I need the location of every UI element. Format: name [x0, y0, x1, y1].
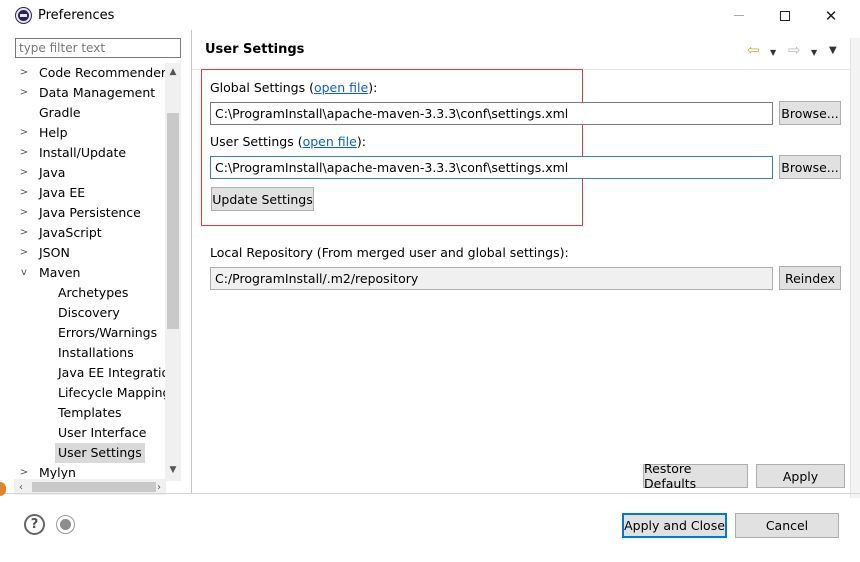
tree-item-label: Errors/Warnings — [58, 325, 158, 340]
expand-chevron-icon[interactable]: > — [14, 143, 34, 163]
tree-item-label: Java Persistence — [39, 205, 141, 220]
page-title: User Settings — [205, 42, 305, 57]
tree-item-label: JavaScript — [39, 225, 102, 240]
maximize-icon — [780, 10, 790, 21]
filter-input[interactable] — [15, 38, 181, 58]
local-repository-label: Local Repository (From merged user and g… — [210, 245, 569, 260]
tree-item-label: Maven — [39, 265, 81, 280]
tree-item-label: Java EE — [39, 185, 86, 200]
cancel-button[interactable]: Cancel — [735, 513, 839, 538]
footer-divider — [0, 493, 860, 494]
tree-item-label: Gradle — [39, 105, 81, 120]
record-icon[interactable] — [56, 515, 75, 534]
expand-chevron-icon[interactable]: > — [14, 243, 34, 263]
window-title: Preferences — [38, 8, 115, 23]
expand-chevron-icon[interactable]: > — [14, 123, 34, 143]
minimize-icon — [734, 15, 744, 16]
tree-item-label: Java EE Integration — [58, 365, 178, 380]
scrollbar-thumb[interactable] — [167, 113, 179, 329]
user-browse-button[interactable]: Browse... — [779, 155, 841, 179]
page-header: User Settings ⇦ ▼ ⇨ ▼ ▼ — [192, 30, 860, 70]
local-repository-field[interactable] — [210, 267, 773, 290]
minimize-button[interactable] — [716, 0, 762, 31]
tree-item-label: JSON — [39, 245, 70, 260]
forward-arrow-icon[interactable]: ⇨ — [788, 41, 801, 59]
apply-and-close-button[interactable]: Apply and Close — [622, 513, 727, 538]
update-settings-button[interactable]: Update Settings — [211, 187, 314, 211]
forward-dropdown-icon[interactable]: ▼ — [811, 44, 817, 60]
global-settings-field[interactable] — [210, 102, 773, 125]
back-arrow-icon[interactable]: ⇦ — [747, 41, 760, 59]
tree-item-label: Lifecycle Mapping — [58, 385, 171, 400]
expand-chevron-icon[interactable]: > — [14, 203, 34, 223]
global-settings-label: Global Settings (open file): — [210, 80, 378, 95]
title-bar: Preferences ✕ — [0, 0, 860, 31]
expand-chevron-icon[interactable]: > — [14, 83, 34, 103]
global-settings-open-file-link[interactable]: open file — [314, 80, 368, 95]
tree-item-label: User Settings — [55, 443, 145, 463]
tree-item-label: Java — [39, 165, 66, 180]
eclipse-app-icon — [16, 8, 31, 23]
tree-item-label: Archetypes — [58, 285, 129, 300]
reindex-button[interactable]: Reindex — [779, 266, 841, 290]
expand-chevron-icon[interactable]: > — [14, 223, 34, 243]
apply-button[interactable]: Apply — [756, 464, 845, 488]
scroll-up-icon[interactable]: ▲ — [165, 65, 181, 79]
help-icon[interactable]: ? — [24, 514, 45, 535]
tree-item-label: Installations — [58, 345, 134, 360]
user-settings-label: User Settings (open file): — [210, 134, 366, 149]
tree-item-label: User Interface — [58, 425, 147, 440]
user-settings-page: Global Settings (open file): Browse... U… — [192, 69, 850, 493]
scroll-down-icon[interactable]: ▼ — [165, 463, 181, 477]
user-settings-field[interactable] — [210, 156, 773, 179]
view-menu-icon[interactable]: ▼ — [829, 42, 837, 58]
maximize-button[interactable] — [762, 0, 808, 31]
expand-chevron-icon[interactable]: > — [14, 63, 34, 83]
close-icon: ✕ — [824, 6, 838, 25]
expand-chevron-icon[interactable]: > — [14, 163, 34, 183]
tree-item-label: Discovery — [58, 305, 120, 320]
tree-item-label: Install/Update — [39, 145, 127, 160]
tree-item-label: Code Recommenders — [39, 65, 173, 80]
close-button[interactable]: ✕ — [808, 0, 854, 31]
tree-item-label: Templates — [58, 405, 122, 420]
right-edge-strip — [850, 38, 860, 498]
back-dropdown-icon[interactable]: ▼ — [770, 44, 776, 60]
user-settings-open-file-link[interactable]: open file — [303, 134, 357, 149]
global-browse-button[interactable]: Browse... — [779, 101, 841, 125]
collapse-chevron-icon[interactable]: v — [14, 263, 34, 283]
tree-vertical-scrollbar[interactable]: ▲ ▼ — [165, 63, 181, 481]
tree-item-label: Data Management — [39, 85, 156, 100]
restore-defaults-button[interactable]: Restore Defaults — [643, 461, 748, 491]
preference-tree: > Code Recommenders > Data Management Gr… — [14, 63, 180, 481]
expand-chevron-icon[interactable]: > — [14, 183, 34, 203]
tree-item-label: Help — [39, 125, 68, 140]
scrollbar-thumb[interactable] — [32, 482, 156, 492]
